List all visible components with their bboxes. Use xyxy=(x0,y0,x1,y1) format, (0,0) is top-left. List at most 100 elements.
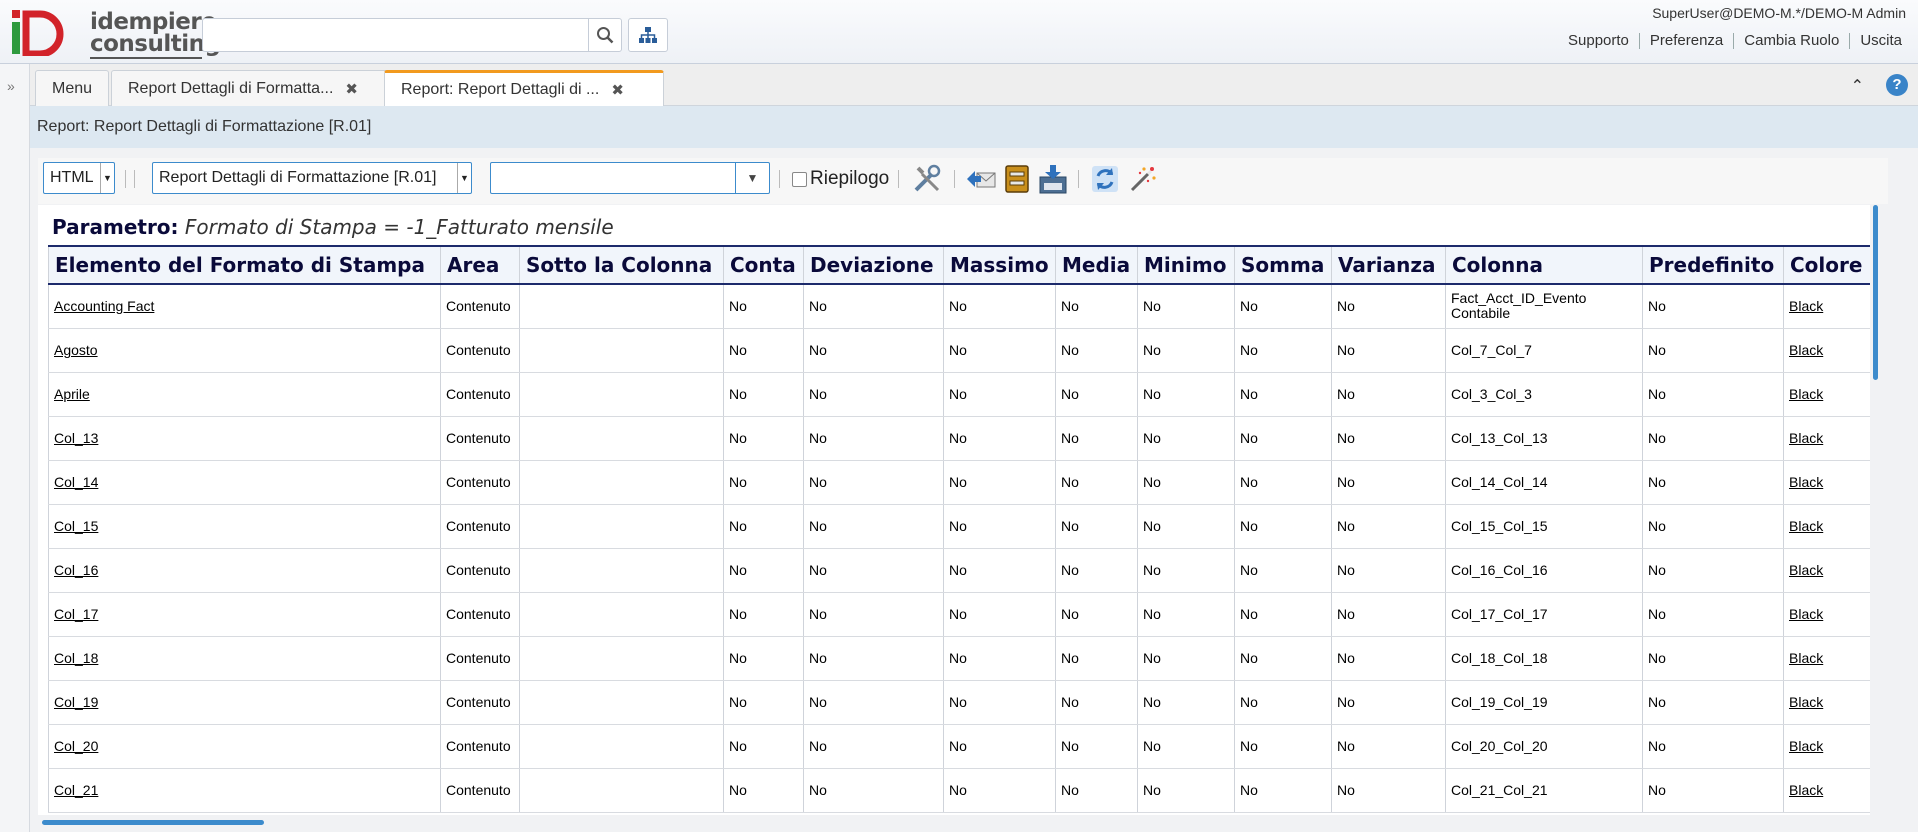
table-cell: No xyxy=(1234,504,1332,549)
format-select[interactable]: HTML ▼ xyxy=(43,162,115,194)
summary-checkbox-wrap[interactable]: Riepilogo xyxy=(792,168,889,190)
col-header[interactable]: Sotto la Colonna xyxy=(519,245,724,285)
col-header[interactable]: Area xyxy=(440,245,520,285)
chevron-down-icon[interactable]: ▼ xyxy=(735,163,769,193)
menu-tree-button[interactable] xyxy=(628,18,668,52)
link-preferenza[interactable]: Preferenza xyxy=(1638,33,1733,49)
summary-label: Riepilogo xyxy=(810,168,890,189)
sitemap-icon xyxy=(639,27,657,43)
col-header[interactable]: Minimo xyxy=(1137,245,1235,285)
tab-menu[interactable]: Menu xyxy=(35,70,110,106)
help-icon[interactable]: ? xyxy=(1886,74,1908,96)
table-cell: No xyxy=(1234,680,1332,725)
global-search-input[interactable] xyxy=(202,18,588,52)
table-cell[interactable]: Col_14 xyxy=(48,460,441,505)
table-cell[interactable]: Black xyxy=(1783,328,1870,373)
tab-report-active[interactable]: Report: Report Dettagli di ... ✖ xyxy=(384,70,664,107)
table-cell: Col_17_Col_17 xyxy=(1445,592,1643,637)
link-cambia-ruolo[interactable]: Cambia Ruolo xyxy=(1733,33,1849,49)
table-cell[interactable]: Col_20 xyxy=(48,724,441,769)
table-cell: No xyxy=(723,284,804,329)
table-row: Col_21 Contenuto No No No No No No No Col_21_Col_… xyxy=(48,768,1870,813)
col-header[interactable]: Massimo xyxy=(943,245,1056,285)
table-cell[interactable]: Black xyxy=(1783,460,1870,505)
archive-button[interactable] xyxy=(1000,162,1034,196)
col-header[interactable]: Varianza xyxy=(1331,245,1446,285)
table-row: Aprile Contenuto No No No No No No No Col_3_Col_3… xyxy=(48,372,1870,417)
table-cell[interactable]: Col_19 xyxy=(48,680,441,725)
link-supporto[interactable]: Supporto xyxy=(1558,33,1639,49)
table-cell: No xyxy=(943,724,1056,769)
idempiere-logo[interactable]: idempiere consulting xyxy=(8,8,221,60)
table-row: Col_13 Contenuto No No No No No No No Col_13_Col_… xyxy=(48,416,1870,461)
refresh-icon xyxy=(1092,166,1118,192)
report-viewer[interactable]: Parametro: Formato di Stampa = -1_Fattur… xyxy=(38,205,1870,815)
print-format-combobox[interactable]: ▼ xyxy=(490,162,770,194)
table-cell[interactable]: Black xyxy=(1783,724,1870,769)
table-cell: No xyxy=(1234,284,1332,329)
table-cell: No xyxy=(1234,548,1332,593)
expand-panel-icon[interactable]: » xyxy=(7,78,15,94)
table-cell xyxy=(519,592,724,637)
customize-tools-button[interactable] xyxy=(910,162,944,196)
link-uscita[interactable]: Uscita xyxy=(1849,33,1912,49)
close-icon[interactable]: ✖ xyxy=(345,80,358,98)
col-header[interactable]: Elemento del Formato di Stampa xyxy=(48,245,441,285)
table-cell: Col_3_Col_3 xyxy=(1445,372,1643,417)
table-cell: No xyxy=(943,680,1056,725)
chevron-down-icon[interactable]: ▼ xyxy=(100,163,114,193)
table-cell[interactable]: Black xyxy=(1783,592,1870,637)
col-header[interactable]: Colore del Formato di Stampa xyxy=(1783,245,1870,285)
table-cell[interactable]: Black xyxy=(1783,504,1870,549)
table-cell: No xyxy=(1234,328,1332,373)
close-icon[interactable]: ✖ xyxy=(611,81,624,99)
table-cell[interactable]: Black xyxy=(1783,416,1870,461)
refresh-button[interactable] xyxy=(1088,162,1122,196)
toolbar-separator xyxy=(1078,170,1079,188)
col-header[interactable]: Conta xyxy=(723,245,804,285)
summary-checkbox[interactable] xyxy=(792,171,807,187)
table-cell: No xyxy=(1055,724,1138,769)
table-cell: Contenuto xyxy=(440,724,520,769)
table-cell[interactable]: Agosto xyxy=(48,328,441,373)
table-cell: No xyxy=(1642,724,1784,769)
export-button[interactable] xyxy=(1036,162,1070,196)
collapse-up-icon[interactable]: ⌃ xyxy=(1851,76,1864,96)
table-cell: Col_15_Col_15 xyxy=(1445,504,1643,549)
table-cell[interactable]: Black xyxy=(1783,284,1870,329)
table-cell[interactable]: Col_17 xyxy=(48,592,441,637)
table-cell: Col_18_Col_18 xyxy=(1445,636,1643,681)
user-info[interactable]: SuperUser@DEMO-M.*/DEMO-M Admin xyxy=(1652,5,1906,21)
col-header[interactable]: Somma xyxy=(1234,245,1332,285)
table-cell[interactable]: Accounting Fact xyxy=(48,284,441,329)
table-cell[interactable]: Col_13 xyxy=(48,416,441,461)
search-button[interactable] xyxy=(588,18,622,52)
tab-report-dettagli[interactable]: Report Dettagli di Formatta... ✖ xyxy=(111,70,409,106)
table-cell[interactable]: Black xyxy=(1783,372,1870,417)
table-cell[interactable]: Col_18 xyxy=(48,636,441,681)
wizard-button[interactable] xyxy=(1126,162,1160,196)
col-header[interactable]: Predefinito xyxy=(1642,245,1784,285)
chevron-down-icon[interactable]: ▼ xyxy=(457,163,471,193)
table-cell[interactable]: Black xyxy=(1783,548,1870,593)
table-cell[interactable]: Col_15 xyxy=(48,504,441,549)
table-cell[interactable]: Col_16 xyxy=(48,548,441,593)
horizontal-scrollbar[interactable] xyxy=(42,820,264,825)
table-cell[interactable]: Black xyxy=(1783,636,1870,681)
vertical-scrollbar[interactable] xyxy=(1873,205,1878,380)
table-cell[interactable]: Aprile xyxy=(48,372,441,417)
report-select[interactable]: Report Dettagli di Formattazione [R.01] … xyxy=(152,162,472,194)
col-header[interactable]: Media xyxy=(1055,245,1138,285)
table-cell[interactable]: Black xyxy=(1783,768,1870,813)
table-cell[interactable]: Col_21 xyxy=(48,768,441,813)
col-header[interactable]: Deviazione xyxy=(803,245,944,285)
table-cell: No xyxy=(1331,592,1446,637)
table-cell: No xyxy=(723,504,804,549)
table-cell: No xyxy=(1055,680,1138,725)
send-mail-button[interactable] xyxy=(964,162,998,196)
report-table: Elemento del Formato di Stampa Area Sott… xyxy=(48,245,1870,813)
table-cell[interactable]: Black xyxy=(1783,680,1870,725)
table-cell: No xyxy=(1137,372,1235,417)
toolbar-separator xyxy=(898,170,899,188)
col-header[interactable]: Colonna xyxy=(1445,245,1643,285)
